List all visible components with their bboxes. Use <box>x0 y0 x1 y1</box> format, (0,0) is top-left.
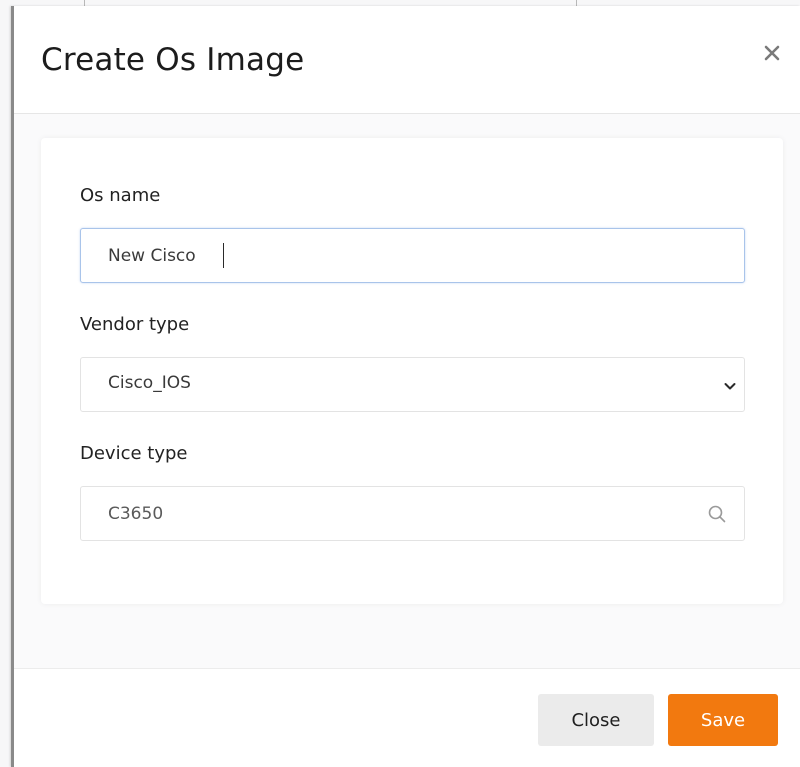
os-name-input[interactable] <box>80 228 745 283</box>
dialog-footer: Close Save <box>14 668 800 767</box>
chevron-down-icon <box>723 379 737 393</box>
close-icon[interactable] <box>762 43 782 63</box>
save-button[interactable]: Save <box>668 694 778 746</box>
form-card: Os name Vendor type Cisco_IOS Device typ… <box>41 138 783 604</box>
search-icon[interactable] <box>707 504 727 524</box>
text-cursor <box>223 243 224 268</box>
vendor-type-select[interactable]: Cisco_IOS <box>80 357 745 412</box>
device-type-input[interactable] <box>80 486 745 541</box>
create-os-image-dialog: Create Os Image Os name Vendor type Cisc… <box>11 6 800 767</box>
dialog-header: Create Os Image <box>14 6 800 114</box>
vendor-type-selected-value: Cisco_IOS <box>108 373 191 393</box>
dialog-title: Create Os Image <box>41 42 305 78</box>
vendor-type-label: Vendor type <box>80 314 190 335</box>
close-button[interactable]: Close <box>538 694 654 746</box>
dialog-body: Os name Vendor type Cisco_IOS Device typ… <box>14 114 800 668</box>
device-type-label: Device type <box>80 443 188 464</box>
os-name-label: Os name <box>80 185 161 206</box>
